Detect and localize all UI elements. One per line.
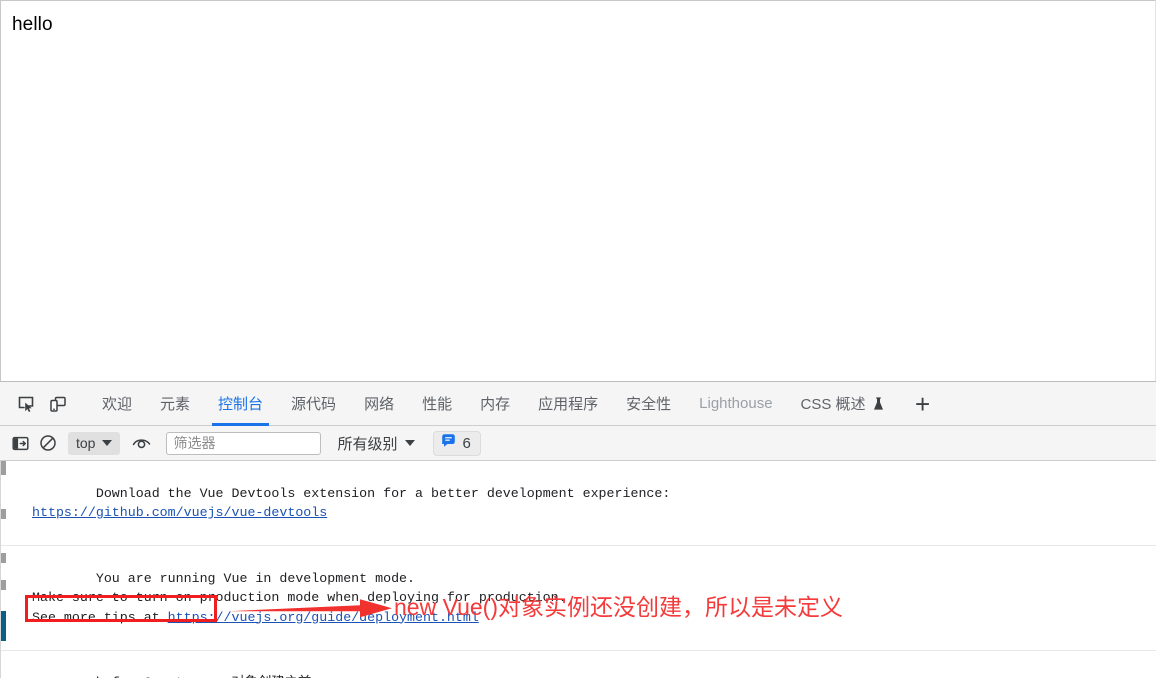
tab-memory[interactable]: 内存 <box>466 382 524 426</box>
message-text: Download the Vue Devtools extension for … <box>95 485 671 501</box>
execution-context-label: top <box>76 435 96 451</box>
message-link[interactable]: https://vuejs.org/guide/deployment.html <box>168 610 479 625</box>
tab-lighthouse[interactable]: Lighthouse <box>685 382 786 426</box>
flask-icon <box>873 396 884 411</box>
tab-performance[interactable]: 性能 <box>408 382 466 426</box>
tab-label: 性能 <box>422 396 453 413</box>
inspect-element-glyph <box>18 396 34 412</box>
tab-label: Lighthouse <box>699 395 773 412</box>
chevron-down-icon <box>405 440 416 446</box>
tab-label: 网络 <box>364 396 395 413</box>
tab-console[interactable]: 控制台 <box>204 382 277 426</box>
tab-label: 欢迎 <box>102 396 133 413</box>
console-filter-toolbar: top 所有级别 <box>0 426 1156 461</box>
issues-badge[interactable]: 6 <box>433 430 481 456</box>
console-sidebar-glyph <box>11 436 29 450</box>
console-message[interactable]: beforeCreate: vue对象创建之前 <box>1 651 1156 678</box>
tab-label: 安全性 <box>626 396 672 413</box>
devtools-tabstrip: 欢迎 元素 控制台 源代码 网络 性能 内存 应用程序 安全性 Lighthou… <box>0 382 1156 426</box>
info-bubble-glyph <box>442 434 456 447</box>
live-expression-icon[interactable] <box>128 430 156 456</box>
issues-count: 6 <box>462 434 471 452</box>
tab-application[interactable]: 应用程序 <box>524 382 612 426</box>
console-message[interactable]: You are running Vue in development mode.… <box>1 546 1156 651</box>
console-sidebar-icon[interactable] <box>6 430 34 456</box>
info-bubble-icon <box>441 433 456 453</box>
inspect-element-icon[interactable] <box>10 388 42 420</box>
add-panel-button[interactable]: + <box>906 387 940 421</box>
tab-label: 内存 <box>480 396 511 413</box>
execution-context-select[interactable]: top <box>68 431 121 455</box>
tab-label: CSS 概述 <box>800 396 866 413</box>
clear-console-glyph <box>40 435 56 451</box>
tab-css-overview[interactable]: CSS 概述 <box>787 382 898 426</box>
tab-label: 源代码 <box>291 396 337 413</box>
tab-elements[interactable]: 元素 <box>146 382 204 426</box>
device-toolbar-glyph <box>50 396 66 412</box>
device-toolbar-icon[interactable] <box>42 388 74 420</box>
tab-label: 应用程序 <box>538 396 599 413</box>
browser-window: hello 欢迎 元素 控制台 源代码 网络 性能 内存 应用程序 安全性 Li… <box>0 0 1156 678</box>
tab-sources[interactable]: 源代码 <box>277 382 350 426</box>
clear-console-icon[interactable] <box>34 430 62 456</box>
page-viewport: hello <box>0 0 1156 381</box>
console-filter-input[interactable] <box>166 431 322 455</box>
tab-security[interactable]: 安全性 <box>612 382 685 426</box>
page-body-text: hello <box>12 14 53 35</box>
tab-label: 控制台 <box>218 396 264 413</box>
flask-glyph <box>873 396 883 410</box>
log-level-label: 所有级别 <box>337 435 398 453</box>
log-level-select[interactable]: 所有级别 <box>333 433 419 454</box>
tab-network[interactable]: 网络 <box>350 382 408 426</box>
message-link[interactable]: https://github.com/vuejs/vue-devtools <box>32 505 327 520</box>
console-message[interactable]: Download the Vue Devtools extension for … <box>1 461 1156 546</box>
chevron-down-icon <box>102 440 113 446</box>
console-message-list[interactable]: Download the Vue Devtools extension for … <box>0 461 1156 678</box>
devtools-panel: 欢迎 元素 控制台 源代码 网络 性能 内存 应用程序 安全性 Lighthou… <box>0 381 1156 678</box>
tab-welcome[interactable]: 欢迎 <box>88 382 146 426</box>
eye-glyph <box>133 439 151 449</box>
tab-label: 元素 <box>160 396 191 413</box>
